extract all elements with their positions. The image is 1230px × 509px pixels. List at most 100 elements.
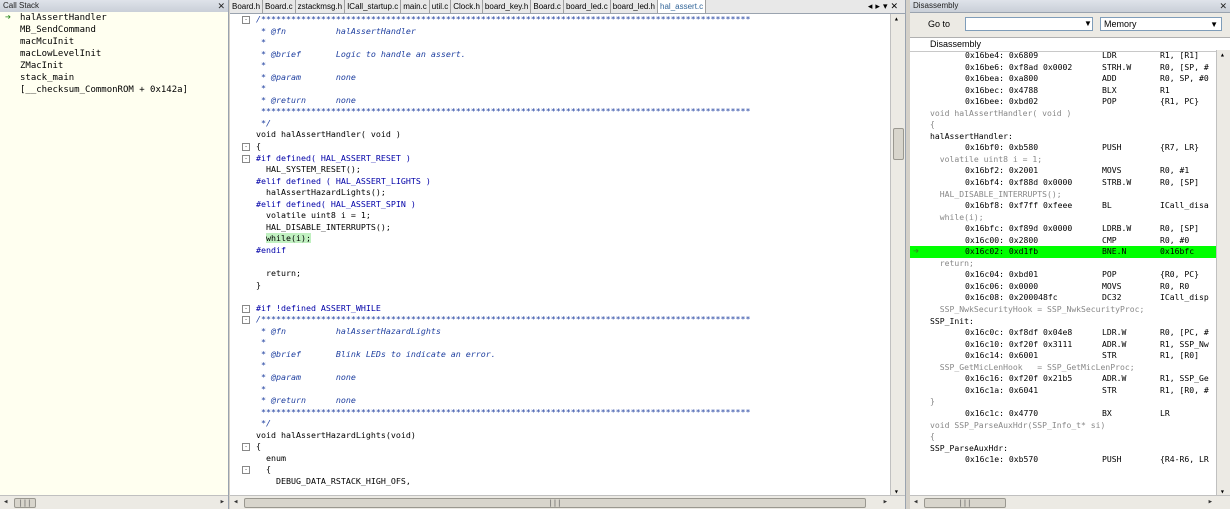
call-stack-item[interactable]: ➔ halAssertHandler — [0, 12, 228, 24]
source-line[interactable]: void halAssertHandler( void ) — [910, 108, 1217, 120]
editor-tab[interactable]: ICall_startup.c — [345, 0, 402, 13]
editor-tab[interactable]: main.c — [401, 0, 430, 13]
call-stack-item[interactable]: ZMacInit — [0, 60, 228, 72]
instruction-row[interactable]: 0x16c08: 0x200048fc DC32 ICall_disp — [910, 292, 1217, 304]
instruction-row[interactable]: 0x16bee: 0xbd02 POP {R1, PC} — [910, 96, 1217, 108]
source-text: } — [930, 396, 935, 407]
editor-tab[interactable]: Board.c — [531, 0, 564, 13]
instruction-address: 0x16bf2: 0x2001 — [965, 165, 1039, 176]
instruction-mnemonic: ADD — [1102, 73, 1117, 84]
instruction-address: 0x16bf0: 0xb580 — [965, 142, 1039, 153]
editor-tab[interactable]: Board.c — [263, 0, 296, 13]
instruction-row[interactable]: 0x16bfc: 0xf89d 0x0000 LDRB.W R0, [SP] — [910, 223, 1217, 235]
code-text: * @fn halAssertHandler — [256, 25, 416, 36]
label-line[interactable]: SSP_ParseAuxHdr: — [910, 443, 1217, 455]
source-line[interactable]: while(i); — [910, 212, 1217, 224]
instruction-row[interactable]: 0x16be4: 0x6809 LDR R1, [R1] — [910, 50, 1217, 62]
editor-tab[interactable]: board_led.h — [611, 0, 659, 13]
fold-toggle-icon[interactable]: - — [242, 143, 250, 152]
code-text: * — [256, 83, 266, 94]
scroll-right-icon[interactable]: ▸ — [1208, 496, 1213, 509]
fold-toggle-icon[interactable]: - — [242, 154, 250, 163]
source-line[interactable]: volatile uint8 i = 1; — [910, 154, 1217, 166]
instruction-row[interactable]: 0x16c00: 0x2800 CMP R0, #0 — [910, 235, 1217, 247]
call-stack-item[interactable]: macMcuInit — [0, 36, 228, 48]
source-line[interactable]: return; — [910, 258, 1217, 270]
instruction-row[interactable]: 0x16c1c: 0x4770 BX LR — [910, 408, 1217, 420]
scroll-up-icon[interactable]: ▴ — [1220, 50, 1225, 59]
call-stack-item[interactable]: [__checksum_CommonROM + 0x142a] — [0, 84, 228, 96]
goto-input[interactable] — [965, 17, 1093, 31]
instruction-row[interactable]: 0x16bea: 0xa800 ADD R0, SP, #0 — [910, 73, 1217, 85]
instruction-row[interactable]: 0x16c16: 0xf20f 0x21b5 ADR.W R1, SSP_Ge — [910, 373, 1217, 385]
editor-hscrollbar[interactable]: ◂ ||| ▸ — [230, 495, 905, 509]
editor-tab[interactable]: hal_assert.c — [658, 0, 707, 13]
instruction-row[interactable]: 0x16bf2: 0x2001 MOVS R0, #1 — [910, 165, 1217, 177]
call-stack-item[interactable]: stack_main — [0, 72, 228, 84]
disassembly-hscrollbar[interactable]: ◂ ||| ▸ — [910, 495, 1230, 509]
label-line[interactable]: halAssertHandler: — [910, 131, 1217, 143]
scroll-thumb[interactable]: ||| — [924, 498, 1006, 508]
instruction-row[interactable]: 0x16c0c: 0xf8df 0x04e8 LDR.W R0, [PC, # — [910, 327, 1217, 339]
fold-toggle-icon[interactable]: - — [242, 16, 250, 24]
scroll-up-icon[interactable]: ▴ — [894, 14, 899, 23]
source-line[interactable]: { — [910, 431, 1217, 443]
instruction-row[interactable]: 0x16c1e: 0xb570 PUSH {R4-R6, LR — [910, 454, 1217, 466]
scroll-thumb[interactable]: ||| — [244, 498, 866, 508]
source-line[interactable]: } — [910, 396, 1217, 408]
editor-tab[interactable]: board_key.h — [483, 0, 532, 13]
instruction-row[interactable]: 0x16c1a: 0x6041 STR R1, [R0, # — [910, 385, 1217, 397]
fold-toggle-icon[interactable]: - — [242, 443, 250, 452]
source-line[interactable]: { — [910, 119, 1217, 131]
scroll-thumb[interactable]: ||| — [14, 498, 36, 508]
instruction-row[interactable]: 0x16bec: 0x4788 BLX R1 — [910, 85, 1217, 97]
instruction-address: 0x16be6: 0xf8ad 0x0002 — [965, 61, 1073, 72]
close-icon[interactable]: ✕ — [217, 0, 225, 12]
instruction-row[interactable]: 0x16bf8: 0xf7ff 0xfeee BL ICall_disa — [910, 200, 1217, 212]
instruction-row[interactable]: 0x16bf4: 0xf88d 0x0000 STRB.W R0, [SP] — [910, 177, 1217, 189]
editor-tab[interactable]: Clock.h — [451, 0, 483, 13]
code-view[interactable]: -/**************************************… — [230, 14, 891, 496]
chevron-down-icon[interactable]: ▼ — [1084, 19, 1092, 28]
instruction-row[interactable]: 0x16be6: 0xf8ad 0x0002 STRH.W R0, [SP, # — [910, 62, 1217, 74]
code-line: enum — [230, 453, 891, 465]
scroll-right-icon[interactable]: ▸ — [883, 496, 888, 509]
current-instruction-row[interactable]: ➔ 0x16c02: 0xd1fb BNE.N 0x16bfc — [910, 246, 1217, 258]
scroll-right-icon[interactable]: ▸ — [220, 496, 225, 509]
editor-tab[interactable]: board_led.c — [564, 0, 611, 13]
editor-vscrollbar[interactable]: ▴ ▾ — [890, 14, 905, 496]
code-text: #elif defined ( HAL_ASSERT_LIGHTS ) — [256, 175, 431, 186]
fold-toggle-icon[interactable]: - — [242, 466, 250, 475]
chevron-down-icon[interactable]: ▼ — [1210, 18, 1218, 31]
disassembly-vscrollbar[interactable]: ▴ ▾ — [1216, 50, 1230, 496]
source-line[interactable]: SSP_NwkSecurityHook = SSP_NwkSecurityPro… — [910, 304, 1217, 316]
scroll-thumb[interactable] — [893, 128, 904, 160]
instruction-operands: R1, [R1] — [1160, 50, 1199, 60]
call-stack-item[interactable]: MB_SendCommand — [0, 24, 228, 36]
fold-toggle-icon[interactable]: - — [242, 316, 250, 325]
source-line[interactable]: HAL_DISABLE_INTERRUPTS(); — [910, 189, 1217, 201]
call-stack-item[interactable]: macLowLevelInit — [0, 48, 228, 60]
tab-controls[interactable]: ◂▸▾✕ — [868, 0, 901, 13]
scroll-left-icon[interactable]: ◂ — [3, 496, 8, 509]
close-icon[interactable]: ✕ — [1219, 0, 1227, 12]
scroll-left-icon[interactable]: ◂ — [913, 496, 918, 509]
editor-tab[interactable]: util.c — [430, 0, 452, 13]
editor-tab[interactable]: Board.h — [230, 0, 264, 13]
instruction-address: 0x16c16: 0xf20f 0x21b5 — [965, 373, 1073, 384]
instruction-row[interactable]: 0x16c14: 0x6001 STR R1, [R0] — [910, 350, 1217, 362]
call-stack-hscrollbar[interactable]: ◂ ||| ▸ — [0, 495, 228, 509]
instruction-operands: R1, [R0, # — [1160, 384, 1209, 395]
source-line[interactable]: SSP_GetMicLenHook = SSP_GetMicLenProc; — [910, 362, 1217, 374]
editor-tab[interactable]: zstackmsg.h — [296, 0, 346, 13]
fold-toggle-icon[interactable]: - — [242, 304, 250, 313]
instruction-row[interactable]: 0x16c04: 0xbd01 POP {R0, PC} — [910, 269, 1217, 281]
source-line[interactable]: void SSP_ParseAuxHdr(SSP_Info_t* si) — [910, 420, 1217, 432]
memory-zone-select[interactable]: Memory ▼ — [1100, 17, 1222, 31]
label-line[interactable]: SSP_Init: — [910, 316, 1217, 328]
disassembly-listing[interactable]: 0x16be4: 0x6809 LDR R1, [R1] 0x16be6: 0xf8a… — [910, 50, 1217, 496]
instruction-row[interactable]: 0x16bf0: 0xb580 PUSH {R7, LR} — [910, 142, 1217, 154]
instruction-row[interactable]: 0x16c06: 0x0000 MOVS R0, R0 — [910, 281, 1217, 293]
instruction-row[interactable]: 0x16c10: 0xf20f 0x3111 ADR.W R1, SSP_Nw — [910, 339, 1217, 351]
scroll-left-icon[interactable]: ◂ — [233, 496, 238, 509]
